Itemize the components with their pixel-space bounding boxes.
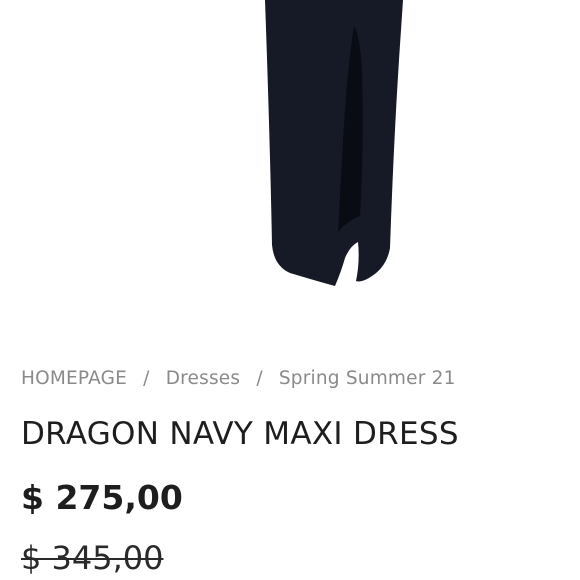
product-image[interactable] bbox=[0, 0, 580, 300]
product-title: DRAGON NAVY MAXI DRESS bbox=[21, 416, 459, 452]
breadcrumb-homepage[interactable]: HOMEPAGE bbox=[21, 368, 127, 389]
breadcrumb-dresses[interactable]: Dresses bbox=[166, 368, 241, 389]
product-page: HOMEPAGE / Dresses / Spring Summer 21 DR… bbox=[0, 0, 580, 580]
current-price: $ 275,00 bbox=[21, 478, 183, 517]
dress-skirt bbox=[265, 0, 403, 286]
original-price: $ 345,00 bbox=[21, 539, 164, 577]
breadcrumb: HOMEPAGE / Dresses / Spring Summer 21 bbox=[21, 368, 456, 389]
breadcrumb-separator: / bbox=[256, 368, 263, 389]
breadcrumb-spring-summer-21[interactable]: Spring Summer 21 bbox=[279, 368, 456, 389]
breadcrumb-separator: / bbox=[143, 368, 150, 389]
